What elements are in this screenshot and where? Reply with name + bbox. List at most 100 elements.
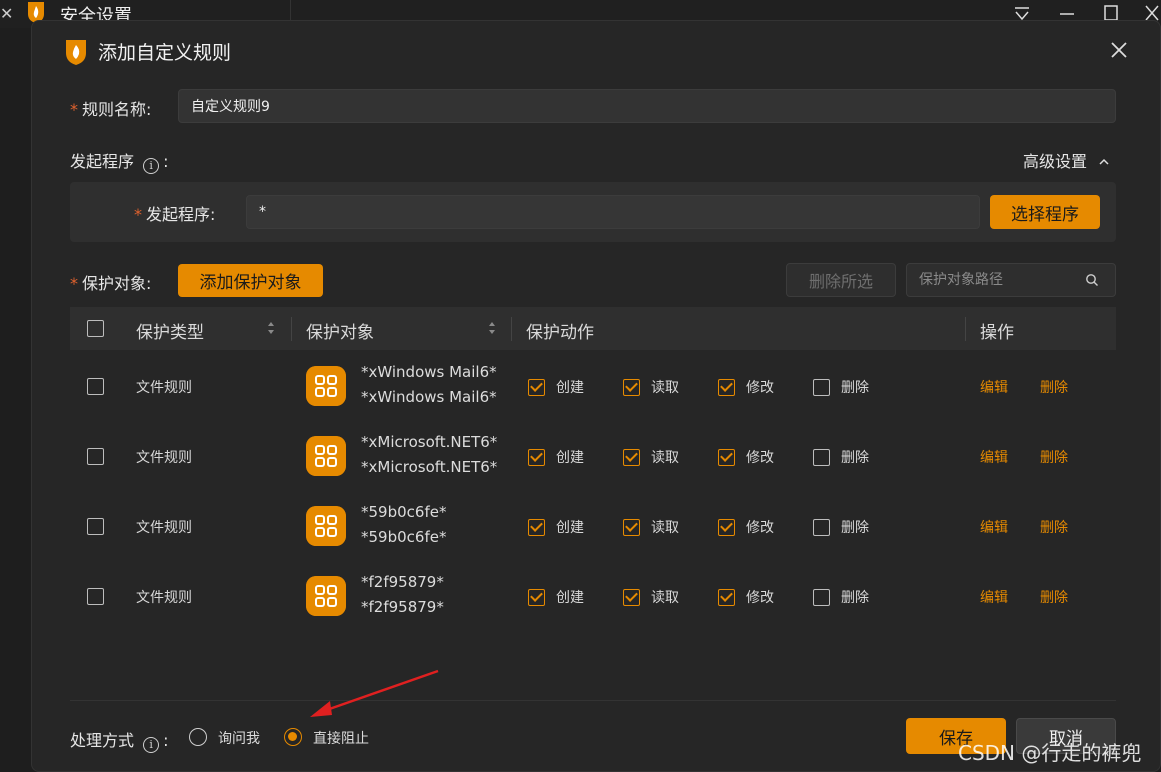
read-label: 读取 xyxy=(651,380,679,396)
rule-name-value: 自定义规则9 xyxy=(191,99,270,115)
delete-link[interactable]: 删除 xyxy=(1040,377,1068,397)
create-checkbox[interactable] xyxy=(528,379,545,396)
delete-link[interactable]: 删除 xyxy=(1040,517,1068,537)
read-checkbox[interactable] xyxy=(623,379,640,396)
edit-link[interactable]: 编辑 xyxy=(980,517,1008,537)
info-icon[interactable]: i xyxy=(143,737,160,753)
initiator-label: * 发起程序: xyxy=(134,201,215,225)
table-row: 文件规则 *59b0c6fe* *59b0c6fe* 创建 读取 修改 删除 编… xyxy=(70,491,1116,561)
table-row: 文件规则 *xMicrosoft.NET6* *xMicrosoft.NET6*… xyxy=(70,421,1116,491)
edit-link[interactable]: 编辑 xyxy=(980,587,1008,607)
info-icon[interactable]: i xyxy=(143,158,160,174)
footer-divider xyxy=(70,700,1116,701)
protect-type-cell: 文件规则 xyxy=(136,380,192,396)
protect-object-line: *59b0c6fe* xyxy=(361,528,447,546)
header-operation: 操作 xyxy=(980,323,1014,343)
rule-name-label: * 规则名称: xyxy=(70,96,151,120)
delete-action-label: 删除 xyxy=(841,450,869,466)
select-program-button[interactable]: 选择程序 xyxy=(990,195,1100,229)
protect-target-search[interactable] xyxy=(906,263,1116,297)
read-checkbox[interactable] xyxy=(623,589,640,606)
initiator-section-colon: : xyxy=(163,152,169,171)
dialog-logo-icon xyxy=(66,40,86,65)
header-protect-object: 保护对象 xyxy=(306,323,374,343)
row-checkbox[interactable] xyxy=(87,518,104,535)
create-checkbox[interactable] xyxy=(528,449,545,466)
protect-object-line: *xMicrosoft.NET6* xyxy=(361,458,498,476)
initiator-input[interactable]: * xyxy=(246,195,980,229)
create-checkbox[interactable] xyxy=(528,589,545,606)
apps-grid-icon xyxy=(306,436,346,476)
delete-action-label: 删除 xyxy=(841,590,869,606)
ask-me-label[interactable]: 询问我 xyxy=(218,728,260,748)
search-icon[interactable] xyxy=(1085,273,1099,287)
header-protect-action: 保护动作 xyxy=(526,323,594,343)
rule-name-label-text: 规则名称: xyxy=(82,100,152,119)
required-mark: * xyxy=(70,100,78,119)
sort-icon[interactable] xyxy=(487,319,497,337)
advanced-settings-label: 高级设置 xyxy=(1023,152,1088,171)
protect-object-line: *xMicrosoft.NET6* xyxy=(361,433,498,451)
add-protect-target-button[interactable]: 添加保护对象 xyxy=(178,264,323,297)
read-label: 读取 xyxy=(651,520,679,536)
modify-checkbox[interactable] xyxy=(718,379,735,396)
create-label: 创建 xyxy=(556,450,584,466)
column-separator xyxy=(291,317,292,341)
modify-checkbox[interactable] xyxy=(718,519,735,536)
watermark: CSDN @行走的裤兜 xyxy=(958,741,1142,765)
delete-action-checkbox[interactable] xyxy=(813,589,830,606)
back-icon[interactable]: ✕ xyxy=(0,4,13,23)
modify-checkbox[interactable] xyxy=(718,589,735,606)
edit-link[interactable]: 编辑 xyxy=(980,377,1008,397)
protect-object-line: *f2f95879* xyxy=(361,598,444,616)
apps-grid-icon xyxy=(306,576,346,616)
block-directly-radio[interactable] xyxy=(284,728,302,746)
modify-label: 修改 xyxy=(746,380,774,396)
delete-action-checkbox[interactable] xyxy=(813,449,830,466)
delete-selected-button[interactable]: 删除所选 xyxy=(786,263,896,297)
protect-target-label: * 保护对象: xyxy=(70,270,151,294)
add-custom-rule-dialog: 添加自定义规则 * 规则名称: 自定义规则9 发起程序 i: 高级设置 * 发起程序… xyxy=(31,20,1161,772)
modify-label: 修改 xyxy=(746,590,774,606)
table-header: 保护类型 保护对象 保护动作 操作 xyxy=(70,307,1116,350)
protect-target-label-text: 保护对象: xyxy=(82,274,152,293)
protect-object-line: *59b0c6fe* xyxy=(361,503,447,521)
sort-icon[interactable] xyxy=(266,319,276,337)
block-directly-label[interactable]: 直接阻止 xyxy=(313,728,369,748)
dialog-close-icon[interactable] xyxy=(1108,39,1130,61)
edit-link[interactable]: 编辑 xyxy=(980,447,1008,467)
create-checkbox[interactable] xyxy=(528,519,545,536)
protect-object-line: *xWindows Mail6* xyxy=(361,388,497,406)
delete-link[interactable]: 删除 xyxy=(1040,447,1068,467)
initiator-value: * xyxy=(259,204,266,220)
advanced-settings-toggle[interactable]: 高级设置 xyxy=(1023,148,1110,172)
initiator-section-text: 发起程序 xyxy=(70,152,135,171)
read-label: 读取 xyxy=(651,590,679,606)
select-all-checkbox[interactable] xyxy=(87,320,104,337)
apps-grid-icon xyxy=(306,366,346,406)
annotation-arrow-icon xyxy=(310,669,439,717)
delete-action-label: 删除 xyxy=(841,520,869,536)
ask-me-radio[interactable] xyxy=(189,728,207,746)
modify-checkbox[interactable] xyxy=(718,449,735,466)
initiator-section-label: 发起程序 i: xyxy=(70,148,169,174)
read-checkbox[interactable] xyxy=(623,519,640,536)
apps-grid-icon xyxy=(306,506,346,546)
read-checkbox[interactable] xyxy=(623,449,640,466)
rule-name-input[interactable]: 自定义规则9 xyxy=(178,89,1116,123)
handling-method-label: 处理方式 i: xyxy=(70,727,169,753)
search-input[interactable] xyxy=(919,270,1079,290)
required-mark: * xyxy=(134,205,142,224)
row-checkbox[interactable] xyxy=(87,378,104,395)
protect-object-line: *f2f95879* xyxy=(361,573,444,591)
delete-action-checkbox[interactable] xyxy=(813,519,830,536)
row-checkbox[interactable] xyxy=(87,588,104,605)
handling-method-text: 处理方式 xyxy=(70,731,135,750)
titlebar-divider xyxy=(290,0,291,20)
handling-method-colon: : xyxy=(163,731,169,750)
modify-label: 修改 xyxy=(746,450,774,466)
delete-link[interactable]: 删除 xyxy=(1040,587,1068,607)
row-checkbox[interactable] xyxy=(87,448,104,465)
delete-action-checkbox[interactable] xyxy=(813,379,830,396)
create-label: 创建 xyxy=(556,590,584,606)
